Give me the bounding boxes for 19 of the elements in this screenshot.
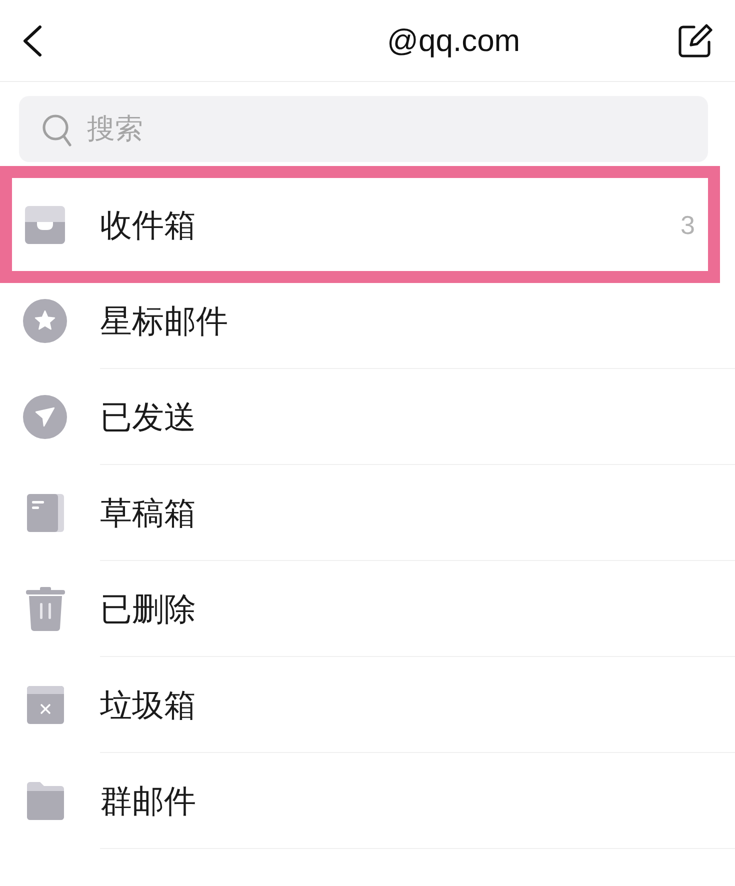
search-icon (42, 114, 72, 147)
folder-label[interactable]: 垃圾箱 (100, 688, 196, 720)
unread-count: 3 (680, 212, 695, 238)
account-title: @qq.com (387, 25, 520, 56)
folder-icon (26, 782, 64, 820)
trash-icon (26, 587, 64, 631)
search-field[interactable]: 搜索 (19, 96, 708, 162)
folder-label[interactable]: 收件箱 (100, 209, 196, 241)
notebook-icon (26, 494, 64, 532)
edit-icon[interactable] (678, 24, 713, 58)
folder-label[interactable]: 已发送 (100, 400, 196, 432)
folder-label[interactable]: 星标邮件 (100, 304, 228, 336)
folder-label[interactable]: 群邮件 (100, 784, 196, 816)
tray-icon (25, 206, 65, 244)
paper-plane-icon (23, 395, 67, 439)
folder-label[interactable]: 已删除 (100, 592, 196, 624)
x-box-icon (26, 686, 64, 724)
folder-label[interactable]: 草稿箱 (100, 496, 196, 528)
back-icon[interactable] (22, 24, 42, 56)
